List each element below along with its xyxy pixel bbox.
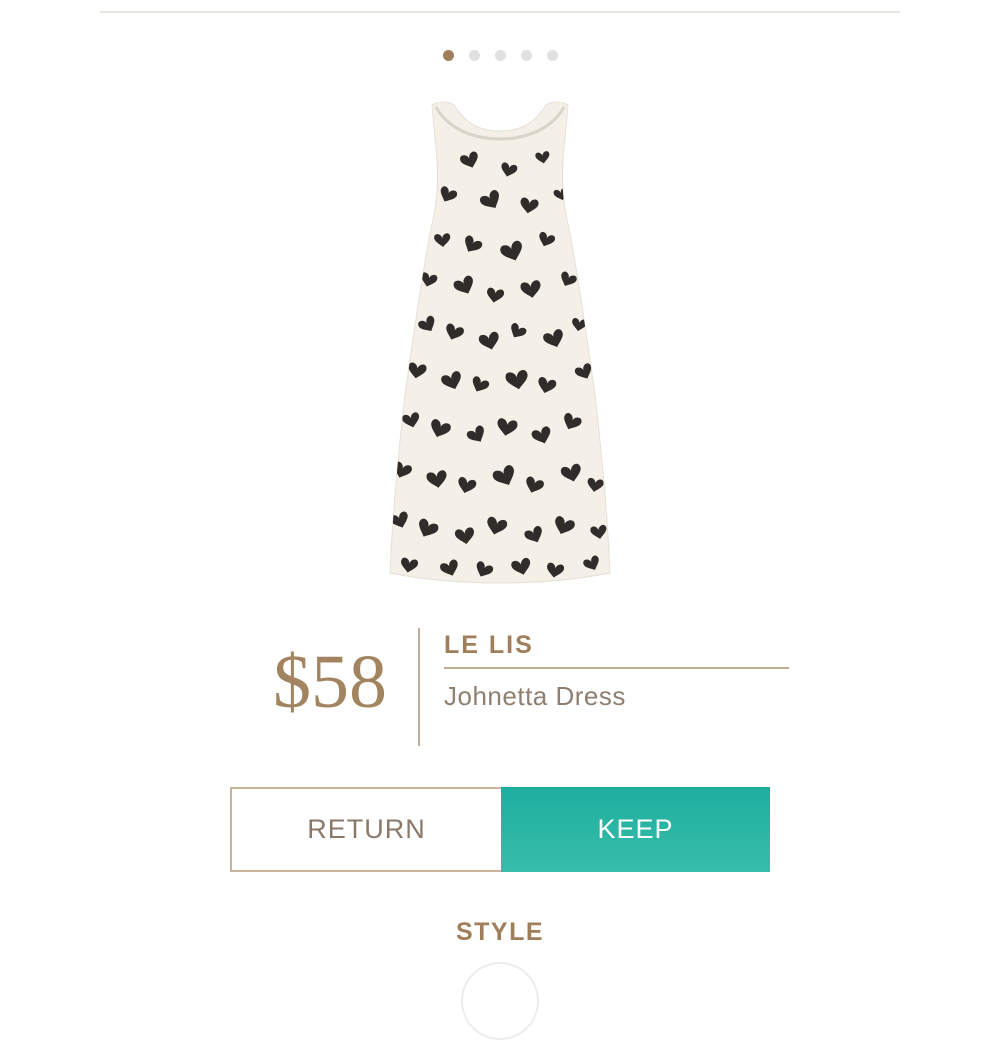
keep-button[interactable]: KEEP <box>501 787 770 872</box>
pager-dot[interactable] <box>442 50 454 61</box>
section-title-style: STYLE <box>455 918 545 946</box>
price: $58 <box>273 640 387 724</box>
pager-dot[interactable] <box>520 50 532 61</box>
return-button[interactable]: RETURN <box>230 787 501 872</box>
pager-dot[interactable] <box>546 50 558 61</box>
brand-name: LE LIS <box>444 631 534 659</box>
image-pager[interactable] <box>0 50 1000 62</box>
keep-return-actions: RETURN KEEP <box>230 787 770 872</box>
brand-divider <box>444 667 789 669</box>
price-divider <box>418 628 420 746</box>
pager-dot[interactable] <box>494 50 506 61</box>
product-name: Johnetta Dress <box>444 681 626 711</box>
pager-dot[interactable] <box>468 50 480 61</box>
dress-product-image <box>389 101 611 584</box>
top-divider <box>100 11 900 13</box>
style-option-circle[interactable] <box>461 962 539 1040</box>
